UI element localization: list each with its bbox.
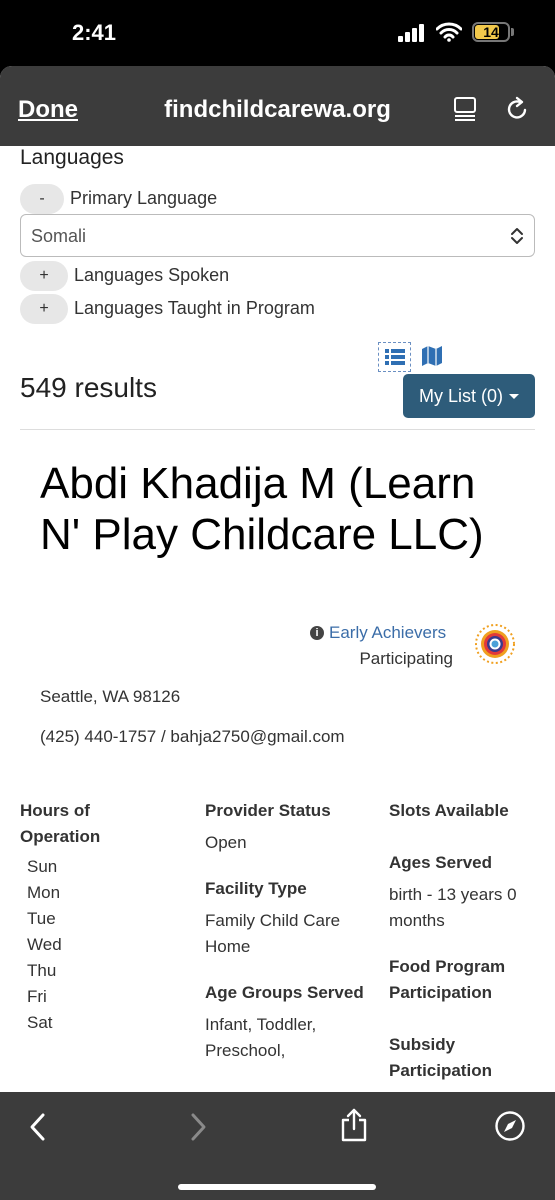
slots-column: Slots Available Ages Served birth - 13 y… (389, 798, 539, 1084)
caret-down-icon (509, 394, 519, 399)
food-program-heading: Food Program Participation (389, 957, 506, 1002)
day-item: Sat (27, 1013, 53, 1032)
reload-icon[interactable] (504, 96, 530, 122)
languages-taught-toggle[interactable]: + (20, 294, 68, 324)
early-achievers-link[interactable]: Early Achievers (329, 623, 446, 643)
languages-taught-label: Languages Taught in Program (74, 298, 315, 318)
languages-spoken-label: Languages Spoken (74, 265, 230, 285)
divider (20, 429, 535, 430)
facility-type-heading: Facility Type (205, 879, 307, 898)
languages-spoken-toggle[interactable]: + (20, 261, 68, 291)
day-item: Sun (27, 857, 58, 876)
slots-heading: Slots Available (389, 801, 509, 820)
day-item: Mon (27, 883, 61, 902)
ages-served-value: birth - 13 years 0 months (389, 885, 517, 930)
hours-heading: Hours of Operation (20, 801, 101, 846)
age-groups-heading: Age Groups Served (205, 983, 364, 1002)
map-view-icon[interactable] (421, 345, 443, 367)
provider-name[interactable]: Abdi Khadija M (Learn N' Play Childcare … (40, 458, 500, 560)
status-column: Provider Status Open Facility Type Famil… (205, 798, 365, 1064)
browser-nav-bar: Done findchildcarewa.org (0, 66, 555, 146)
status-bar: 2:41 14 (0, 0, 555, 66)
page-content: Languages - Primary Language Somali + La… (0, 146, 555, 1092)
early-achievers-logo-icon (475, 624, 515, 664)
early-achievers-status: Participating (359, 649, 453, 668)
status-time: 2:41 (72, 20, 117, 45)
home-indicator (178, 1184, 376, 1190)
day-item: Thu (27, 961, 57, 980)
facility-type-value: Family Child Care Home (205, 911, 341, 956)
hours-column: Hours of Operation Sun Mon Tue Wed Thu F… (20, 798, 180, 1036)
chevron-up-down-icon (511, 228, 523, 244)
days-list: Sun Mon Tue Wed Thu Fri Sat (20, 854, 180, 1036)
provider-status-value: Open (205, 833, 247, 852)
age-groups-value: Infant, Toddler, Preschool, (205, 1015, 317, 1060)
day-item: Tue (27, 909, 56, 928)
primary-language-label: Primary Language (70, 188, 218, 208)
provider-address: Seattle, WA 98126 (40, 687, 181, 706)
my-list-button[interactable]: My List (0) (403, 374, 535, 418)
battery-icon: 14 (472, 22, 510, 42)
provider-contact[interactable]: (425) 440-1757 / bahja2750@gmail.com (40, 727, 345, 747)
day-item: Fri (27, 987, 47, 1006)
results-count: 549 results (20, 372, 157, 403)
share-icon[interactable] (339, 1108, 369, 1142)
back-icon[interactable] (24, 1112, 52, 1142)
provider-status-heading: Provider Status (205, 801, 331, 820)
browser-sheet: Done findchildcarewa.org Languages - Pri… (0, 66, 555, 1200)
day-item: Wed (27, 935, 62, 954)
ages-served-heading: Ages Served (389, 853, 492, 872)
forward-icon[interactable] (184, 1112, 212, 1142)
cellular-signal-icon (398, 24, 426, 42)
compass-icon[interactable] (494, 1110, 526, 1142)
primary-language-value: Somali (31, 226, 87, 246)
primary-language-toggle[interactable]: - (20, 184, 64, 214)
battery-level: 14 (483, 24, 499, 40)
primary-language-select[interactable]: Somali (20, 214, 535, 257)
reader-view-icon[interactable] (452, 96, 478, 122)
wifi-icon (436, 22, 462, 42)
subsidy-heading: Subsidy Participation (389, 1035, 492, 1080)
info-icon[interactable]: i (310, 626, 324, 640)
languages-heading: Languages (20, 146, 124, 169)
list-view-icon[interactable] (378, 342, 411, 372)
my-list-label: My List (0) (419, 386, 504, 406)
